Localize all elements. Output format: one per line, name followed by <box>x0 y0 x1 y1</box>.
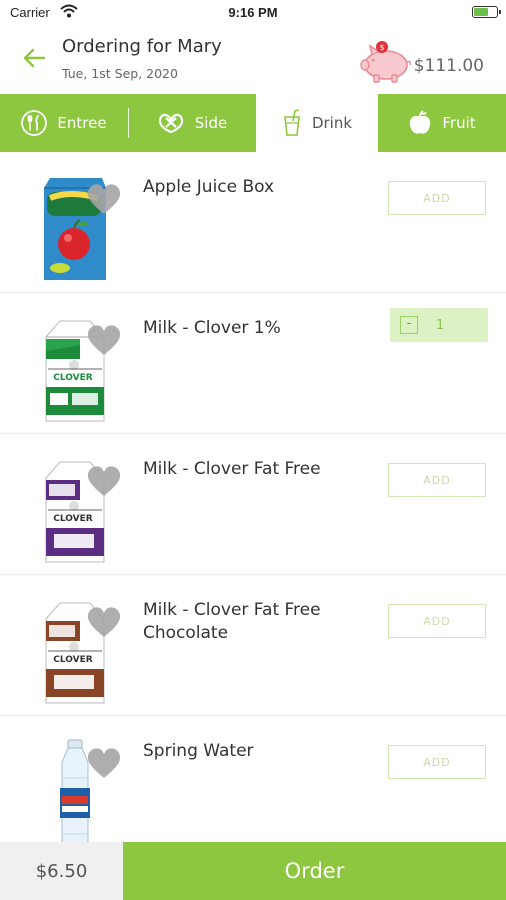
status-bar: Carrier 9:16 PM <box>0 0 506 26</box>
tab-fruit[interactable]: Fruit <box>378 94 506 152</box>
product-name: Milk - Clover Fat Free Chocolate <box>143 600 321 643</box>
order-date: Tue, 1st Sep, 2020 <box>62 66 178 81</box>
battery-icon <box>472 6 501 18</box>
favorite-heart-icon[interactable] <box>86 182 122 216</box>
utensils-icon <box>21 110 48 136</box>
piggy-badge: $ <box>379 43 384 52</box>
order-button[interactable]: Order <box>123 842 506 900</box>
page-title: Ordering for Mary <box>62 36 222 57</box>
product-name: Milk - Clover 1% <box>143 318 281 338</box>
quantity-value: 1 <box>436 317 445 333</box>
category-tabs: Entree Side Drink Fruit <box>0 94 506 152</box>
product-name: Spring Water <box>143 741 254 761</box>
add-button[interactable]: ADD <box>388 463 486 497</box>
list-item[interactable]: CLOVER Milk - Clover Fat Free Chocolate … <box>0 575 506 716</box>
list-item[interactable]: Apple Juice Box ADD <box>0 152 506 293</box>
product-list: Apple Juice Box ADD CLOVER Milk - Clover… <box>0 152 506 842</box>
tab-fruit-label: Fruit <box>442 114 476 132</box>
favorite-heart-icon[interactable] <box>86 746 122 780</box>
tab-side[interactable]: Side <box>128 94 256 152</box>
list-item[interactable]: Spring Water ADD <box>0 716 506 842</box>
svg-text:CLOVER: CLOVER <box>53 655 93 665</box>
product-name: Milk - Clover Fat Free <box>143 459 321 479</box>
add-button[interactable]: ADD <box>388 604 486 638</box>
clock: 9:16 PM <box>228 5 278 20</box>
tab-entree-label: Entree <box>57 114 107 132</box>
favorite-heart-icon[interactable] <box>86 323 122 357</box>
svg-text:CLOVER: CLOVER <box>53 373 93 383</box>
pretzel-icon <box>157 112 185 134</box>
tab-entree[interactable]: Entree <box>0 94 128 152</box>
add-button[interactable]: ADD <box>388 745 486 779</box>
balance-amount: $111.00 <box>413 56 484 76</box>
add-button[interactable]: ADD <box>388 181 486 215</box>
quantity-stepper[interactable]: - 1 <box>390 308 488 342</box>
piggy-bank-icon[interactable]: $ <box>356 38 412 84</box>
order-bar: $6.50 Order <box>0 842 506 900</box>
tab-drink[interactable]: Drink <box>256 94 378 152</box>
tab-side-label: Side <box>194 114 228 132</box>
list-item[interactable]: CLOVER Milk - Clover 1% - 1 <box>0 293 506 434</box>
list-item[interactable]: CLOVER Milk - Clover Fat Free ADD <box>0 434 506 575</box>
order-total: $6.50 <box>0 842 123 900</box>
decrement-button[interactable]: - <box>400 316 418 334</box>
header: Ordering for Mary Tue, 1st Sep, 2020 $ $… <box>0 26 506 94</box>
favorite-heart-icon[interactable] <box>86 464 122 498</box>
svg-text:CLOVER: CLOVER <box>53 514 93 524</box>
tab-drink-label: Drink <box>311 114 353 132</box>
product-name: Apple Juice Box <box>143 177 275 197</box>
apple-icon <box>408 110 432 136</box>
cup-straw-icon <box>282 109 302 137</box>
back-arrow-icon[interactable] <box>20 44 48 72</box>
favorite-heart-icon[interactable] <box>86 605 122 639</box>
